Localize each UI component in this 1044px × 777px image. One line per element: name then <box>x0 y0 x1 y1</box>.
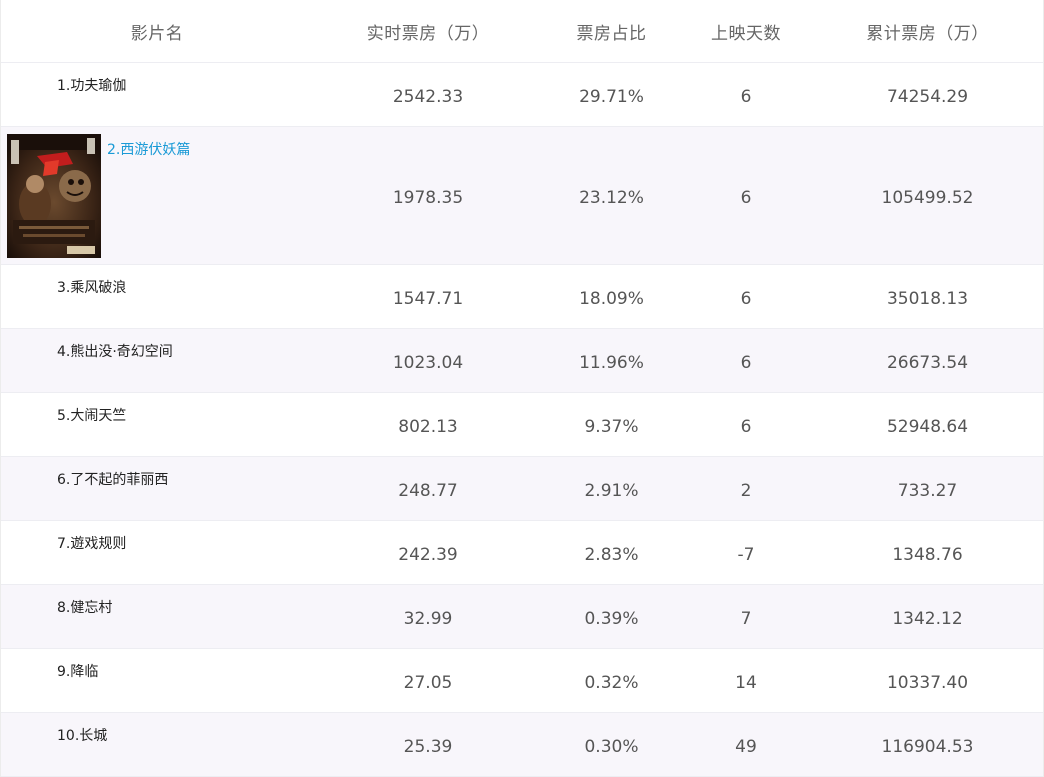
movie-title-cell: 5.大闹天竺 <box>1 393 313 456</box>
movie-title: 4.熊出没·奇幻空间 <box>57 344 173 360</box>
movie-title-cell: 8.健忘村 <box>1 585 313 648</box>
movie-title-cell: 7.遊戏规则 <box>1 521 313 584</box>
days-released: 6 <box>740 86 752 107</box>
movie-poster-image[interactable] <box>7 134 101 258</box>
table-row: 9.降临 27.05 0.32% 14 10337.40 <box>1 649 1043 713</box>
total-box-office: 52948.64 <box>886 416 969 437</box>
days-released: 2 <box>740 480 752 501</box>
days-released: 6 <box>740 187 752 208</box>
table-row: 4.熊出没·奇幻空间 1023.04 11.96% 6 26673.54 <box>1 329 1043 393</box>
movie-title-cell: 4.熊出没·奇幻空间 <box>1 329 313 392</box>
header-realtime-box-office[interactable]: 实时票房（万） <box>313 0 543 62</box>
realtime-box-office: 2542.33 <box>392 86 464 107</box>
table-row: 8.健忘村 32.99 0.39% 7 1342.12 <box>1 585 1043 649</box>
movie-title-cell: 10.长城 <box>1 713 313 776</box>
total-box-office: 10337.40 <box>886 672 969 693</box>
realtime-box-office: 248.77 <box>398 480 458 501</box>
table-row: 10.长城 25.39 0.30% 49 116904.53 <box>1 713 1043 777</box>
total-box-office: 105499.52 <box>881 187 974 208</box>
table-row: 5.大闹天竺 802.13 9.37% 6 52948.64 <box>1 393 1043 457</box>
realtime-box-office: 802.13 <box>398 416 458 437</box>
header-box-office-share[interactable]: 票房占比 <box>543 0 680 62</box>
movie-title-link[interactable]: 2.西游伏妖篇 <box>107 141 190 159</box>
movie-title: 8.健忘村 <box>57 600 113 616</box>
box-office-share: 2.83% <box>584 544 639 565</box>
table-row: 7.遊戏规则 242.39 2.83% -7 1348.76 <box>1 521 1043 585</box>
movie-title-cell: 2.西游伏妖篇 <box>1 127 313 264</box>
header-days-released[interactable]: 上映天数 <box>680 0 812 62</box>
days-released: 6 <box>740 352 752 373</box>
total-box-office: 26673.54 <box>886 352 969 373</box>
box-office-share: 23.12% <box>579 187 644 208</box>
box-office-share: 2.91% <box>584 480 639 501</box>
movie-title: 6.了不起的菲丽西 <box>57 472 169 488</box>
realtime-box-office: 242.39 <box>398 544 458 565</box>
movie-title: 5.大闹天竺 <box>57 408 127 424</box>
realtime-box-office: 25.39 <box>403 736 453 757</box>
movie-title: 9.降临 <box>57 664 99 680</box>
header-total-box-office[interactable]: 累计票房（万） <box>812 0 1043 62</box>
box-office-share: 18.09% <box>579 288 644 309</box>
realtime-box-office: 27.05 <box>403 672 453 693</box>
total-box-office: 74254.29 <box>886 86 969 107</box>
realtime-box-office: 1023.04 <box>392 352 464 373</box>
realtime-box-office: 1547.71 <box>392 288 464 309</box>
movie-title: 7.遊戏规则 <box>57 536 127 552</box>
table-row: 6.了不起的菲丽西 248.77 2.91% 2 733.27 <box>1 457 1043 521</box>
days-released: 7 <box>740 608 752 629</box>
days-released: 6 <box>740 288 752 309</box>
realtime-box-office: 1978.35 <box>392 187 464 208</box>
table-header-row: 影片名 实时票房（万） 票房占比 上映天数 累计票房（万） <box>1 0 1043 63</box>
total-box-office: 1348.76 <box>892 544 963 565</box>
days-released: -7 <box>737 544 755 565</box>
box-office-table: 影片名 实时票房（万） 票房占比 上映天数 累计票房（万） 1.功夫瑜伽 254… <box>0 0 1044 777</box>
days-released: 14 <box>735 672 757 693</box>
box-office-share: 0.39% <box>584 608 639 629</box>
movie-title-cell: 3.乘风破浪 <box>1 265 313 328</box>
box-office-share: 11.96% <box>579 352 644 373</box>
total-box-office: 1342.12 <box>892 608 963 629</box>
movie-title: 3.乘风破浪 <box>57 280 127 296</box>
table-row: 1.功夫瑜伽 2542.33 29.71% 6 74254.29 <box>1 63 1043 127</box>
movie-title: 10.长城 <box>57 728 108 744</box>
days-released: 49 <box>735 736 757 757</box>
box-office-share: 29.71% <box>579 86 644 107</box>
days-released: 6 <box>740 416 752 437</box>
table-row: 3.乘风破浪 1547.71 18.09% 6 35018.13 <box>1 265 1043 329</box>
box-office-share: 9.37% <box>584 416 639 437</box>
movie-title: 1.功夫瑜伽 <box>57 78 127 94</box>
total-box-office: 116904.53 <box>881 736 974 757</box>
box-office-share: 0.30% <box>584 736 639 757</box>
table-row: 2.西游伏妖篇 1978.35 23.12% 6 105499.52 <box>1 127 1043 265</box>
movie-title-cell: 1.功夫瑜伽 <box>1 63 313 126</box>
total-box-office: 733.27 <box>897 480 958 501</box>
total-box-office: 35018.13 <box>886 288 969 309</box>
movie-title-cell: 6.了不起的菲丽西 <box>1 457 313 520</box>
header-movie-title[interactable]: 影片名 <box>1 0 313 62</box>
realtime-box-office: 32.99 <box>403 608 453 629</box>
box-office-share: 0.32% <box>584 672 639 693</box>
movie-title-cell: 9.降临 <box>1 649 313 712</box>
